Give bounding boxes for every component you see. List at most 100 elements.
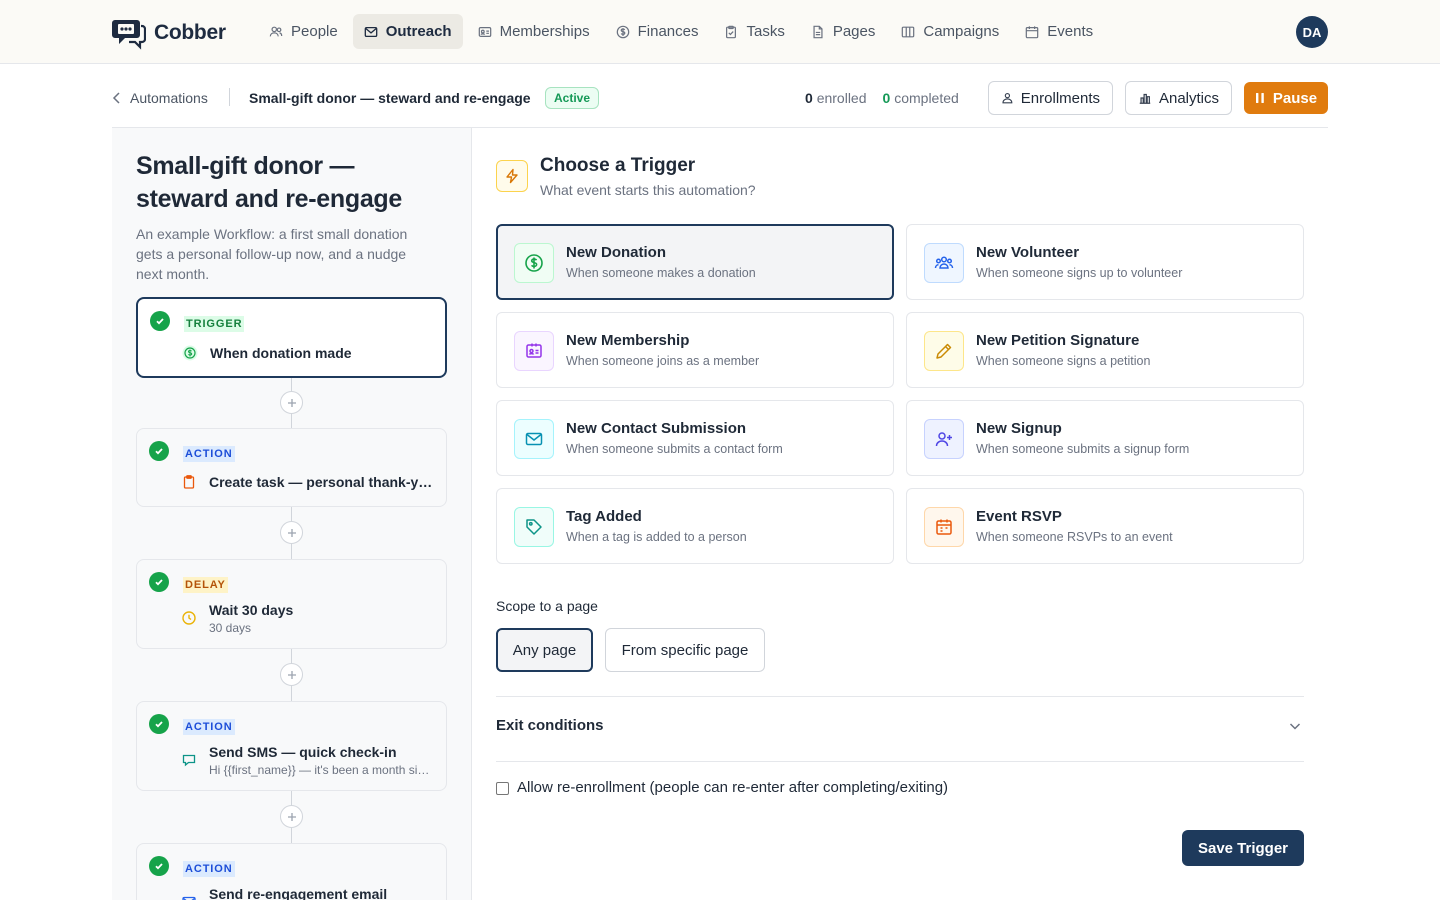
nav-item-people[interactable]: People [258,14,349,49]
clock-icon [182,611,196,625]
nav-label: Campaigns [923,23,1000,40]
nav-item-events[interactable]: Events [1014,14,1104,49]
nav-item-finances[interactable]: Finances [605,14,710,49]
exit-conditions-label: Exit conditions [496,717,604,734]
people-icon [269,26,283,36]
trigger-option-icon [514,243,554,283]
trigger-option-desc: When someone submits a signup form [976,442,1190,456]
plus-icon [287,670,296,679]
analytics-button[interactable]: Analytics [1125,81,1232,115]
mail-icon [182,896,196,900]
trigger-panel-title: Choose a Trigger [540,155,696,176]
add-step-button[interactable] [280,521,303,544]
main-nav: People Outreach Memberships Finances Tas… [258,14,1104,49]
trigger-option-desc: When someone joins as a member [566,354,760,368]
trigger-option-new-volunteer[interactable]: New Volunteer When someone signs up to v… [906,224,1304,300]
id-card-icon [526,343,542,358]
lightning-icon [506,168,518,184]
scope-label: Scope to a page [496,598,598,614]
enrolled-count: 0 [805,90,813,106]
enrolled-label: enrolled [816,90,867,106]
workflow-step-trigger[interactable]: TRIGGER When donation made [136,297,447,378]
calendar-icon [1025,25,1039,38]
check-icon [149,441,169,461]
reenrollment-option[interactable]: Allow re-enrollment (people can re-enter… [496,779,948,797]
trigger-option-title: Event RSVP [976,508,1062,525]
breadcrumb-divider [229,88,230,106]
pause-icon [1255,93,1264,103]
nav-label: Finances [637,23,699,40]
dollar-icon [616,25,629,38]
nav-item-pages[interactable]: Pages [800,14,887,49]
nav-label: Events [1047,23,1094,40]
trigger-option-title: Tag Added [566,508,642,525]
breadcrumb-title: Small-gift donor — steward and re-engage [249,90,531,106]
section-divider [496,696,1304,697]
trigger-option-title: New Contact Submission [566,420,747,437]
nav-item-memberships[interactable]: Memberships [467,14,601,49]
enrolled-stat: 0 enrolled [805,88,867,108]
workflow-step-action[interactable]: ACTION Create task — personal thank-you … [136,428,447,507]
nav-label: People [291,23,338,40]
calendar-icon [936,519,952,535]
user-avatar[interactable]: DA [1296,16,1328,48]
reenrollment-checkbox[interactable] [496,781,509,795]
workflow-description: An example Workflow: a first small donat… [136,226,408,282]
dollar-icon [525,254,543,272]
plus-icon [287,398,296,407]
check-icon [149,856,169,876]
add-step-button[interactable] [280,391,303,414]
trigger-option-desc: When someone RSVPs to an event [976,530,1173,544]
id-card-icon [478,26,491,37]
scope-specific-page-button[interactable]: From specific page [605,628,765,672]
nav-item-tasks[interactable]: Tasks [713,14,795,49]
trigger-option-new-contact-submission[interactable]: New Contact Submission When someone subm… [496,400,894,476]
mail-icon [364,26,378,37]
exit-conditions-toggle[interactable]: Exit conditions [496,716,1304,736]
step-label: When donation made [210,345,352,361]
trigger-option-title: New Volunteer [976,244,1080,261]
trigger-option-new-membership[interactable]: New Membership When someone joins as a m… [496,312,894,388]
trigger-option-new-petition-signature[interactable]: New Petition Signature When someone sign… [906,312,1304,388]
completed-stat: 0 completed [883,88,959,108]
app-logo[interactable]: Cobber [112,16,226,50]
pencil-icon [936,343,952,359]
automation-header: Automations Small-gift donor — steward a… [112,64,1328,128]
plus-icon [287,812,296,821]
add-step-button[interactable] [280,805,303,828]
clipboard-icon [726,25,737,38]
trigger-option-new-signup[interactable]: New Signup When someone submits a signup… [906,400,1304,476]
chevron-down-icon [1289,723,1301,730]
breadcrumb-back[interactable]: Automations [112,88,208,108]
trigger-header-icon [496,160,528,192]
step-label: Send re-engagement email [209,886,388,900]
analytics-label: Analytics [1158,89,1219,107]
nav-item-campaigns[interactable]: Campaigns [890,14,1010,49]
trigger-option-event-rsvp[interactable]: Event RSVP When someone RSVPs to an even… [906,488,1304,564]
trigger-option-tag-added[interactable]: Tag Added When a tag is added to a perso… [496,488,894,564]
clipboard-icon [183,475,195,489]
workflow-step-action[interactable]: ACTION Send re-engagement email [136,843,447,900]
step-tag: ACTION [183,446,235,462]
completed-count: 0 [882,90,891,106]
section-divider [496,761,1304,762]
trigger-option-icon [924,243,964,283]
workflow-step-action[interactable]: ACTION Send SMS — quick check-in Hi {{fi… [136,701,447,791]
step-label: Send SMS — quick check-in [209,744,397,760]
chat-bubbles-icon [112,20,146,50]
reenrollment-label: Allow re-enrollment (people can re-enter… [517,779,949,796]
workflow-step-delay[interactable]: DELAY Wait 30 days 30 days [136,559,447,649]
pause-button[interactable]: Pause [1244,82,1328,114]
save-trigger-button[interactable]: Save Trigger [1182,830,1304,866]
scope-any-page-button[interactable]: Any page [496,628,593,672]
trigger-option-new-donation[interactable]: New Donation When someone makes a donati… [496,224,894,300]
trigger-option-title: New Signup [976,420,1062,437]
nav-item-outreach[interactable]: Outreach [352,14,463,49]
trigger-option-title: New Donation [566,244,666,261]
enrollments-button[interactable]: Enrollments [988,81,1113,115]
enrollment-stats: 0 enrolled 0 completed [805,88,959,108]
tag-icon [526,519,542,535]
chevron-left-icon [112,92,120,104]
add-step-button[interactable] [280,663,303,686]
step-tag: DELAY [183,577,228,593]
